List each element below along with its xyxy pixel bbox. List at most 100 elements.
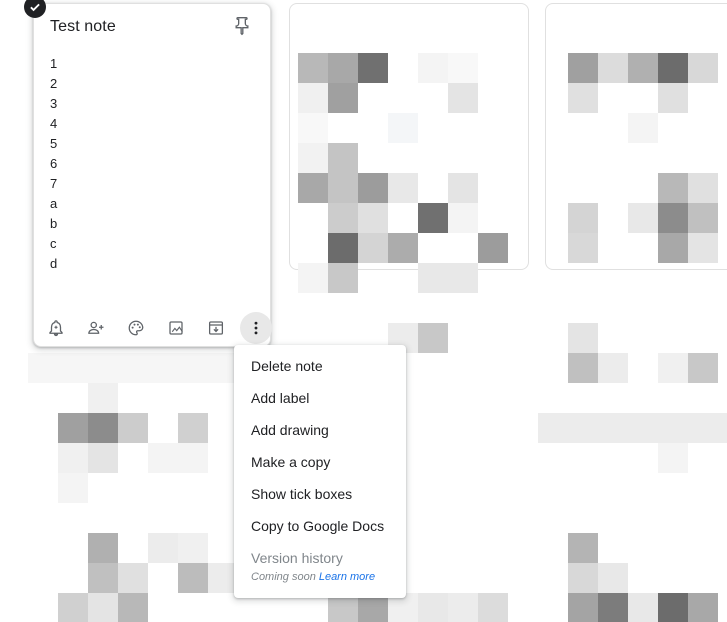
remind-me-button[interactable] <box>40 312 72 344</box>
blurred-pixel <box>628 593 658 622</box>
menu-item-delete-note[interactable]: Delete note <box>234 350 406 382</box>
blurred-pixel <box>298 53 328 83</box>
blurred-pixel <box>478 233 508 263</box>
blurred-pixel <box>688 203 718 233</box>
blurred-pixel <box>298 173 328 203</box>
menu-item-add-label[interactable]: Add label <box>234 382 406 414</box>
blurred-pixel <box>88 443 118 473</box>
menu-item-version-history: Version history <box>251 550 343 566</box>
blurred-pixel <box>658 83 688 113</box>
blurred-pixel <box>598 353 628 383</box>
blurred-pixel <box>328 203 358 233</box>
collaborator-button[interactable] <box>80 312 112 344</box>
blurred-pixel <box>448 593 478 622</box>
blurred-pixel <box>418 203 448 233</box>
blurred-pixel <box>148 443 178 473</box>
blurred-pixel <box>118 593 148 622</box>
blurred-pixel <box>298 113 328 143</box>
note-line: c <box>50 236 57 251</box>
note-line: 3 <box>50 96 58 111</box>
blurred-pixel <box>358 203 388 233</box>
blurred-pixel <box>418 53 448 83</box>
blurred-pixel <box>58 473 88 503</box>
blurred-pixel <box>598 53 628 83</box>
blurred-pixel <box>658 233 688 263</box>
blurred-pixel <box>568 533 598 563</box>
blurred-pixel <box>478 593 508 622</box>
blurred-pixel <box>28 353 238 383</box>
blurred-pixel <box>58 443 88 473</box>
check-icon <box>30 3 40 12</box>
blurred-pixel <box>628 53 658 83</box>
blurred-pixel <box>658 203 688 233</box>
blurred-pixel <box>298 263 328 293</box>
blurred-pixel <box>568 323 598 353</box>
version-history-note: Coming soon Learn more <box>234 569 406 585</box>
note-body[interactable]: 1 2 3 4 5 6 7 a b c d <box>50 54 57 274</box>
more-button[interactable] <box>240 312 272 344</box>
note-card[interactable]: Test note 1 2 3 4 5 6 7 a b c d <box>33 3 272 347</box>
blurred-pixel <box>328 83 358 113</box>
menu-item-copy-to-google-docs[interactable]: Copy to Google Docs <box>234 510 406 542</box>
add-image-icon <box>169 321 183 335</box>
archive-button[interactable] <box>200 312 232 344</box>
note-line: 5 <box>50 136 58 151</box>
pin-note-button[interactable] <box>230 14 254 38</box>
menu-item-show-tick-boxes[interactable]: Show tick boxes <box>234 478 406 510</box>
blurred-pixel <box>88 383 118 413</box>
note-line: 4 <box>50 116 58 131</box>
background-options-icon <box>128 320 144 336</box>
blurred-pixel <box>688 233 718 263</box>
note-more-menu: Delete note Add label Add drawing Make a… <box>234 345 406 598</box>
remind-me-icon <box>49 320 63 337</box>
blurred-pixel <box>658 353 688 383</box>
blurred-pixel <box>88 563 118 593</box>
blurred-pixel <box>118 413 148 443</box>
blurred-pixel <box>448 83 478 113</box>
blurred-pixel <box>178 533 208 563</box>
blurred-pixel <box>298 83 328 113</box>
coming-soon-label: Coming soon <box>251 571 316 583</box>
blurred-pixel <box>688 593 718 622</box>
blurred-pixel <box>358 233 388 263</box>
blurred-pixel <box>448 173 478 203</box>
blurred-pixel <box>658 593 688 622</box>
blurred-pixel <box>58 593 88 622</box>
note-line: d <box>50 256 58 271</box>
blurred-pixel <box>328 263 358 293</box>
blurred-pixel <box>418 263 448 293</box>
blurred-pixel <box>178 563 208 593</box>
blurred-pixel <box>418 323 448 353</box>
blurred-pixel <box>658 443 688 473</box>
note-line: a <box>50 196 58 211</box>
note-toolbar <box>40 312 280 344</box>
blurred-pixel <box>358 173 388 203</box>
menu-item-make-a-copy[interactable]: Make a copy <box>234 446 406 478</box>
blurred-pixel <box>328 173 358 203</box>
blurred-pixel <box>448 263 478 293</box>
menu-item-add-drawing[interactable]: Add drawing <box>234 414 406 446</box>
blurred-pixel <box>568 593 598 622</box>
blurred-pixel <box>658 53 688 83</box>
blurred-pixel <box>688 353 718 383</box>
pin-icon <box>235 17 249 36</box>
add-image-button[interactable] <box>160 312 192 344</box>
blurred-pixel <box>568 203 598 233</box>
blurred-pixel <box>628 113 658 143</box>
blurred-pixel <box>568 53 598 83</box>
blurred-pixel <box>688 173 718 203</box>
keep-notes-grid: Test note 1 2 3 4 5 6 7 a b c d Delete n… <box>0 0 727 622</box>
background-options-button[interactable] <box>120 312 152 344</box>
note-line: 7 <box>50 176 58 191</box>
blurred-pixel <box>358 53 388 83</box>
blurred-pixel <box>88 593 118 622</box>
blurred-pixel <box>58 413 88 443</box>
blurred-pixel <box>388 233 418 263</box>
blurred-pixel <box>328 233 358 263</box>
archive-icon <box>208 321 224 335</box>
blurred-pixel <box>118 563 148 593</box>
note-line: b <box>50 216 58 231</box>
blurred-pixel <box>568 353 598 383</box>
note-title[interactable]: Test note <box>50 18 116 36</box>
learn-more-link[interactable]: Learn more <box>319 571 375 583</box>
